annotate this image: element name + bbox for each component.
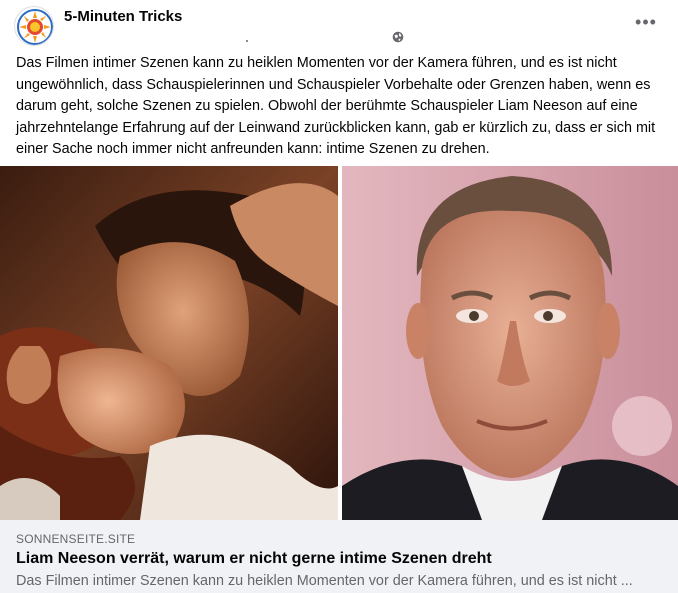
facebook-post: 5-Minuten Tricks ••• Das Filmen intimer … [0,0,678,593]
post-image-right[interactable] [342,166,678,520]
portrait-photo [342,166,678,520]
post-header: 5-Minuten Tricks ••• [0,0,678,52]
link-domain: SONNENSEITE.SITE [16,532,136,546]
link-description: Das Filmen intimer Szenen kann zu heikle… [16,573,633,589]
globe-icon [392,31,404,43]
post-text: Das Filmen intimer Szenen kann zu heikle… [16,55,656,157]
link-title[interactable]: Liam Neeson verrät, warum er nicht gerne… [16,550,492,568]
page-name[interactable]: 5-Minuten Tricks [64,8,182,25]
post-image-left[interactable] [0,166,338,520]
sun-logo-icon [16,8,53,45]
separator-dot [246,40,248,42]
movie-scene-photo [0,166,338,520]
page-avatar[interactable] [14,6,54,46]
link-preview[interactable]: SONNENSEITE.SITE Liam Neeson verrät, war… [0,520,678,593]
more-options-button[interactable]: ••• [634,10,658,34]
post-meta [64,28,414,46]
